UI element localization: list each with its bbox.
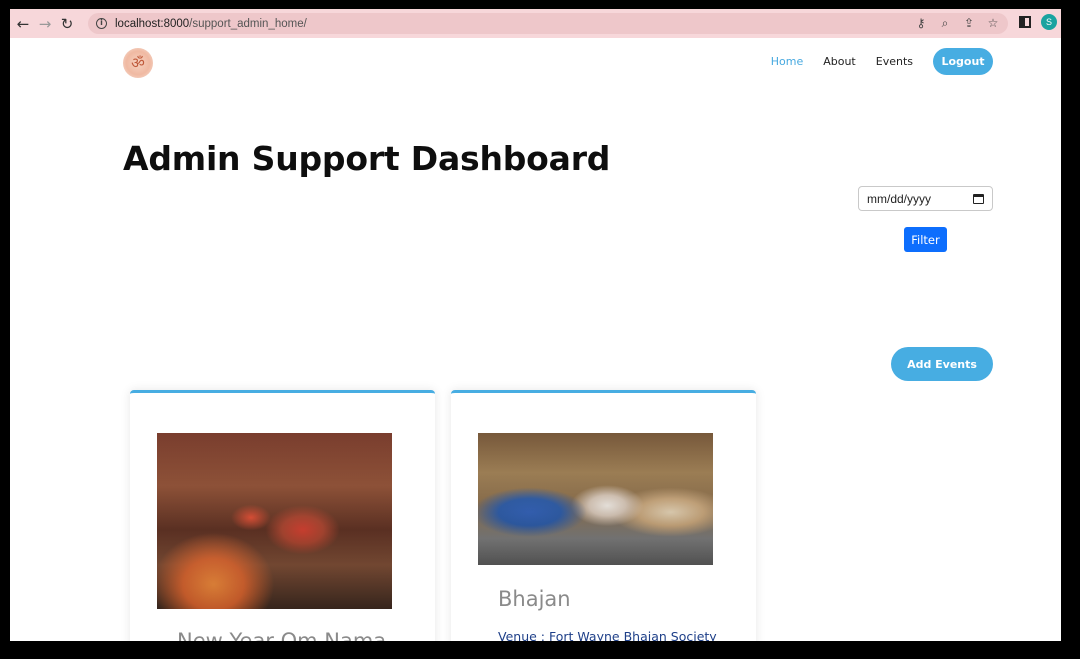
address-bar-icons: ⚷ ⌕ ⇪ ☆ (914, 15, 1000, 31)
address-bar[interactable]: i localhost:8000/support_admin_home/ ⚷ ⌕… (88, 13, 1008, 34)
event-card[interactable]: Bhajan Venue : Fort Wayne Bhajan Society (451, 390, 756, 641)
event-venue: Venue : Fort Wayne Bhajan Society (498, 629, 717, 641)
bookmark-star-icon[interactable]: ☆ (986, 15, 1000, 31)
logout-button[interactable]: Logout (933, 48, 993, 75)
browser-window: ← → ↻ i localhost:8000/support_admin_hom… (10, 9, 1061, 641)
nav-about-link[interactable]: About (823, 55, 856, 68)
share-icon[interactable]: ⇪ (962, 15, 976, 31)
date-filter-input[interactable]: mm/dd/yyyy (858, 186, 993, 211)
url-host: localhost:8000 (115, 17, 190, 30)
back-arrow-icon[interactable]: ← (12, 13, 34, 35)
top-navigation: Home About Events Logout (771, 48, 993, 75)
page-content: ॐ Home About Events Logout Admin Support… (10, 38, 1061, 641)
add-events-button[interactable]: Add Events (891, 347, 993, 381)
nav-home-link[interactable]: Home (771, 55, 803, 68)
url-text[interactable]: localhost:8000/support_admin_home/ (115, 18, 307, 30)
url-path: /support_admin_home/ (189, 17, 307, 30)
reload-icon[interactable]: ↻ (56, 13, 78, 35)
om-logo-icon[interactable]: ॐ (123, 48, 153, 78)
toolbar-right: S (1019, 14, 1057, 30)
temple-puja-image (157, 433, 392, 609)
bhajan-musicians-image (478, 433, 713, 565)
screenshot-frame: ← → ↻ i localhost:8000/support_admin_hom… (0, 0, 1080, 659)
page-title: Admin Support Dashboard (123, 139, 611, 178)
event-title: New Year Om Nama (177, 629, 387, 641)
calendar-icon[interactable] (973, 193, 984, 204)
profile-avatar[interactable]: S (1041, 14, 1057, 30)
info-icon[interactable]: i (96, 18, 107, 29)
event-card[interactable]: New Year Om Nama (130, 390, 435, 641)
event-title: Bhajan (498, 587, 571, 611)
key-icon[interactable]: ⚷ (914, 15, 928, 31)
forward-arrow-icon[interactable]: → (34, 13, 56, 35)
filter-button[interactable]: Filter (904, 227, 947, 252)
side-panel-icon[interactable] (1019, 16, 1031, 28)
nav-events-link[interactable]: Events (876, 55, 913, 68)
zoom-icon[interactable]: ⌕ (938, 15, 952, 31)
browser-toolbar: ← → ↻ i localhost:8000/support_admin_hom… (10, 9, 1061, 38)
date-placeholder: mm/dd/yyyy (867, 191, 932, 206)
